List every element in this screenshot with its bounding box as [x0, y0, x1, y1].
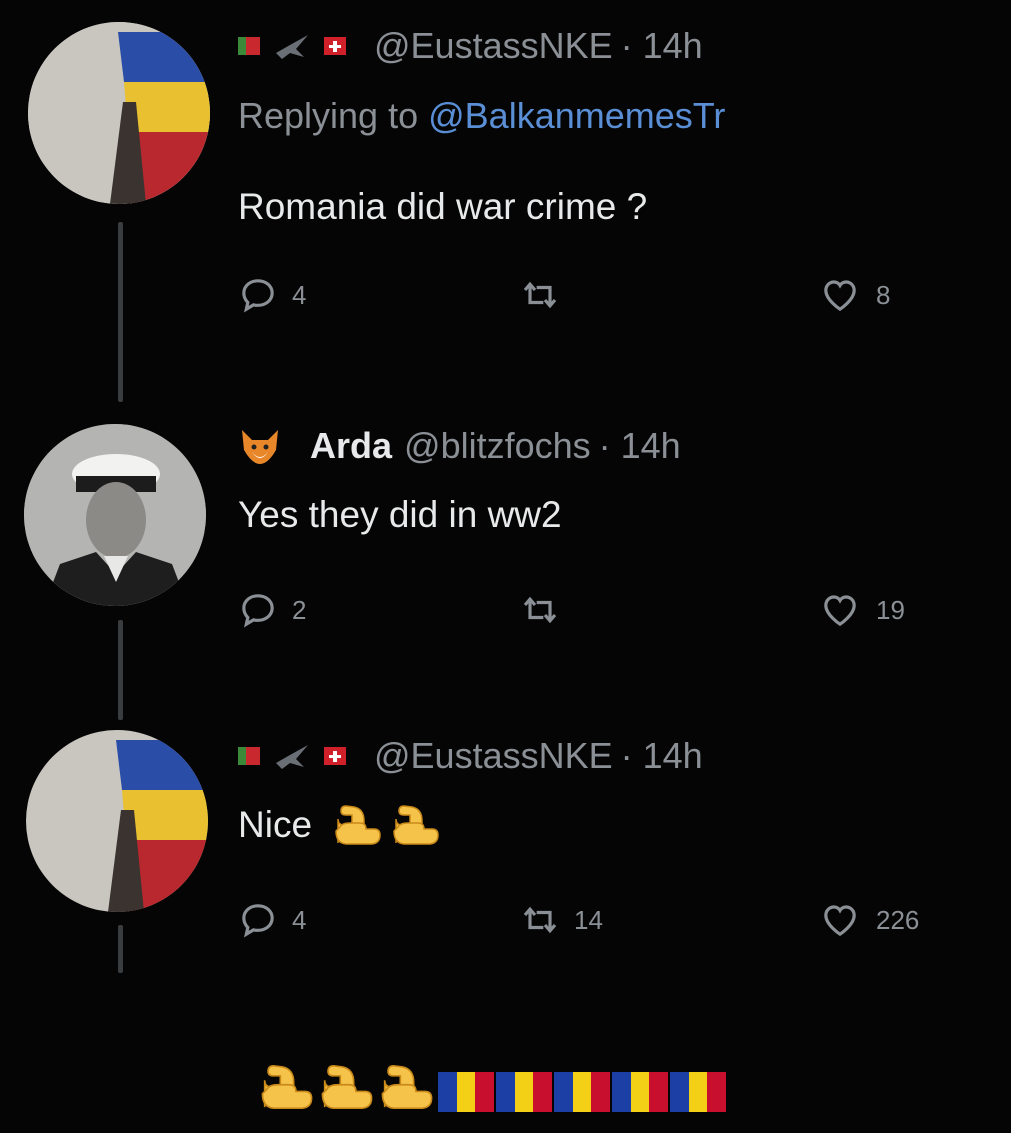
- retweet-icon: [520, 900, 560, 940]
- retweet-icon: [520, 275, 560, 315]
- flexed-biceps-icon: [318, 1062, 376, 1112]
- romania-flag-icon: [670, 1072, 727, 1112]
- like-count: 8: [876, 279, 891, 310]
- tweet-time[interactable]: · 14h: [621, 24, 703, 68]
- romania-flag-icon: [496, 1072, 553, 1112]
- header-emoji-group: [238, 31, 346, 61]
- avatar-image: [24, 424, 206, 606]
- reply-icon: [238, 900, 278, 940]
- tweet-actions: 4 8: [238, 275, 998, 315]
- tweet-text: Yes they did in ww2: [238, 492, 562, 538]
- caption-emoji-row: [258, 1062, 727, 1112]
- retweet-icon: [520, 590, 560, 630]
- tweet[interactable]: @EustassNKE · 14h Replying to @Balkanmem…: [0, 0, 1011, 380]
- replying-to: Replying to @BalkanmemesTr: [238, 94, 725, 138]
- avatar[interactable]: [24, 424, 206, 606]
- heart-icon: [818, 590, 862, 630]
- like-button[interactable]: 19: [818, 590, 905, 630]
- tweet-time[interactable]: · 14h: [599, 424, 681, 468]
- romania-flag-icon: [612, 1072, 669, 1112]
- avatar-image: [28, 22, 210, 204]
- tweet-text-content: Romania did war crime ?: [238, 186, 648, 227]
- display-name[interactable]: Arda: [310, 424, 392, 468]
- reply-icon: [238, 275, 278, 315]
- reply-button[interactable]: 4: [238, 900, 306, 940]
- tweet-text: Romania did war crime ?: [238, 184, 647, 230]
- like-button[interactable]: 226: [818, 900, 919, 940]
- retweet-count: 14: [574, 904, 603, 935]
- tweet[interactable]: Arda @blitzfochs · 14h Yes they did in w…: [0, 400, 1011, 680]
- like-count: 19: [876, 594, 905, 625]
- user-handle[interactable]: @EustassNKE: [374, 24, 613, 68]
- retweet-button[interactable]: [520, 590, 574, 630]
- mention-link[interactable]: @BalkanmemesTr: [428, 95, 725, 136]
- reply-count: 4: [292, 279, 307, 310]
- retweet-button[interactable]: [520, 275, 574, 315]
- romania-flag-icon: [554, 1072, 611, 1112]
- flexed-biceps-icon: [390, 803, 442, 847]
- avatar[interactable]: [26, 730, 208, 912]
- reply-count: 2: [292, 594, 307, 625]
- bird-icon: [276, 35, 308, 59]
- flag-icon: [324, 37, 346, 55]
- tweet-actions: 4 14 226: [238, 900, 998, 940]
- replying-prefix: Replying to: [238, 95, 419, 136]
- tweet-text-content: Nice: [238, 804, 313, 845]
- tweet-text: Nice: [238, 802, 442, 848]
- user-handle[interactable]: @EustassNKE: [374, 734, 613, 778]
- tweet-actions: 2 19: [238, 590, 998, 630]
- like-count: 226: [876, 904, 920, 935]
- tweet-text-content: Yes they did in ww2: [238, 494, 562, 535]
- tweet-header: @EustassNKE · 14h: [238, 24, 703, 68]
- like-button[interactable]: 8: [818, 275, 890, 315]
- tweet-header: @EustassNKE · 14h: [238, 734, 703, 778]
- tweet-time[interactable]: · 14h: [621, 734, 703, 778]
- heart-icon: [818, 900, 862, 940]
- flexed-biceps-icon: [258, 1062, 316, 1112]
- reply-button[interactable]: 2: [238, 590, 306, 630]
- avatar[interactable]: [28, 22, 210, 204]
- flexed-biceps-icon: [378, 1062, 436, 1112]
- fox-emoji-icon: [242, 430, 278, 464]
- flexed-biceps-icon: [332, 803, 384, 847]
- user-handle[interactable]: @blitzfochs: [404, 424, 591, 468]
- romania-flag-icon: [438, 1072, 495, 1112]
- tweet[interactable]: @EustassNKE · 14h Nice 4 14 226: [0, 710, 1011, 980]
- reply-count: 4: [292, 904, 307, 935]
- header-emoji-group: [238, 741, 346, 771]
- retweet-button[interactable]: 14: [520, 900, 603, 940]
- flag-icon: [324, 747, 346, 765]
- bird-icon: [276, 745, 308, 769]
- heart-icon: [818, 275, 862, 315]
- reply-icon: [238, 590, 278, 630]
- avatar-image: [26, 730, 208, 912]
- tweet-header: Arda @blitzfochs · 14h: [238, 424, 681, 468]
- flag-icon: [238, 747, 260, 765]
- reply-button[interactable]: 4: [238, 275, 306, 315]
- flag-icon: [238, 37, 260, 55]
